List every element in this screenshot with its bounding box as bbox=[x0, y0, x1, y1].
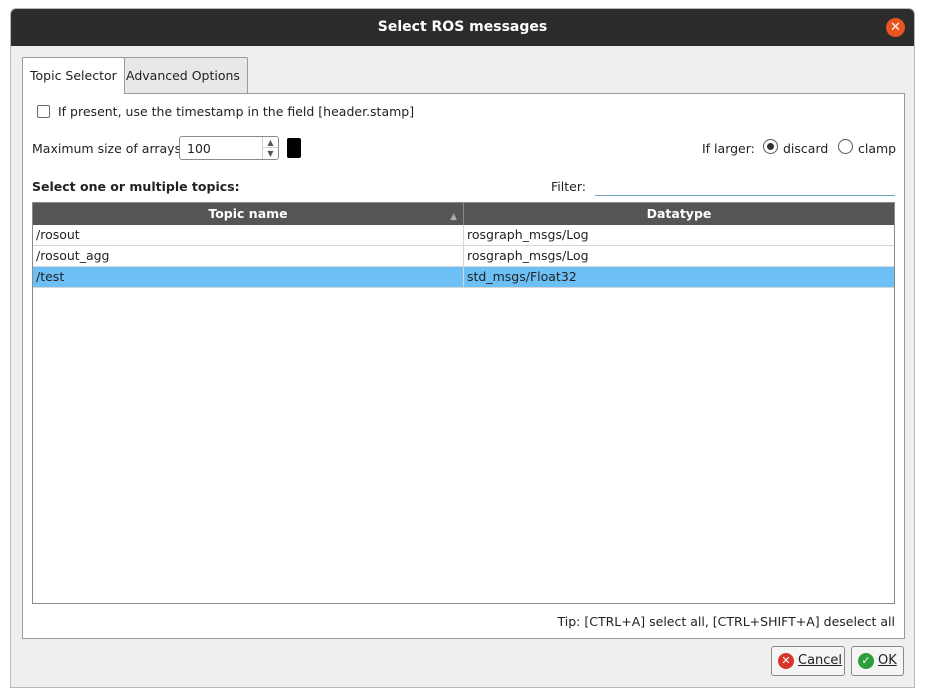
spin-up-icon[interactable]: ▲ bbox=[263, 137, 278, 148]
clamp-radio[interactable] bbox=[838, 139, 853, 154]
dialog-title: Select ROS messages bbox=[377, 19, 548, 35]
cancel-button[interactable]: ✕ Cancel bbox=[771, 646, 845, 676]
spin-down-icon[interactable]: ▼ bbox=[263, 148, 278, 159]
column-header-label: Datatype bbox=[646, 206, 712, 221]
color-swatch[interactable] bbox=[287, 138, 301, 158]
clamp-label: clamp bbox=[858, 141, 897, 156]
if-larger-label: If larger: bbox=[702, 141, 755, 156]
cancel-icon: ✕ bbox=[778, 653, 794, 669]
column-header-topic-name[interactable]: Topic name ▲ bbox=[33, 203, 464, 225]
column-header-datatype[interactable]: Datatype bbox=[464, 203, 894, 225]
tab-label: Topic Selector bbox=[30, 68, 117, 83]
table-row[interactable]: /rosout rosgraph_msgs/Log bbox=[33, 225, 894, 246]
dialog-window: Select ROS messages ✕ Topic Selector Adv… bbox=[10, 8, 915, 688]
max-array-size-spinbox[interactable]: 100 ▲ ▼ bbox=[179, 136, 279, 160]
topic-name-cell: /rosout bbox=[33, 225, 464, 246]
datatype-cell: std_msgs/Float32 bbox=[467, 269, 577, 284]
tab-topic-selector[interactable]: Topic Selector bbox=[22, 57, 125, 94]
close-icon[interactable]: ✕ bbox=[886, 18, 905, 37]
tab-label: Advanced Options bbox=[126, 68, 240, 83]
column-header-label: Topic name bbox=[208, 206, 288, 221]
topic-name-cell: /rosout_agg bbox=[33, 246, 464, 267]
filter-label: Filter: bbox=[551, 179, 586, 194]
topic-name-cell: /test bbox=[33, 267, 464, 288]
table-row[interactable]: /rosout_agg rosgraph_msgs/Log bbox=[33, 246, 894, 267]
filter-input[interactable] bbox=[595, 178, 895, 196]
title-bar: Select ROS messages ✕ bbox=[11, 9, 914, 46]
use-timestamp-checkbox[interactable] bbox=[37, 105, 50, 118]
topic-selector-panel: If present, use the timestamp in the fie… bbox=[22, 93, 905, 639]
tip-text: Tip: [CTRL+A] select all, [CTRL+SHIFT+A]… bbox=[557, 614, 895, 629]
datatype-cell: rosgraph_msgs/Log bbox=[467, 227, 589, 242]
ok-label: OK bbox=[878, 653, 897, 668]
table-header: Topic name ▲ Datatype bbox=[33, 203, 894, 225]
datatype-cell: rosgraph_msgs/Log bbox=[467, 248, 589, 263]
ok-icon: ✓ bbox=[858, 653, 874, 669]
ok-button[interactable]: ✓ OK bbox=[851, 646, 904, 676]
discard-label: discard bbox=[783, 141, 829, 156]
table-row-selected[interactable]: /test std_msgs/Float32 bbox=[33, 267, 894, 288]
topics-table[interactable]: Topic name ▲ Datatype /rosout rosgraph_m… bbox=[32, 202, 895, 604]
cancel-label: Cancel bbox=[798, 653, 843, 668]
topics-heading: Select one or multiple topics: bbox=[32, 179, 240, 194]
use-timestamp-label: If present, use the timestamp in the fie… bbox=[58, 104, 415, 119]
max-array-size-label: Maximum size of arrays: bbox=[32, 141, 186, 156]
spin-buttons: ▲ ▼ bbox=[262, 137, 278, 159]
discard-radio[interactable] bbox=[763, 139, 778, 154]
max-array-size-value: 100 bbox=[187, 141, 211, 156]
tab-advanced-options[interactable]: Advanced Options bbox=[118, 57, 248, 93]
